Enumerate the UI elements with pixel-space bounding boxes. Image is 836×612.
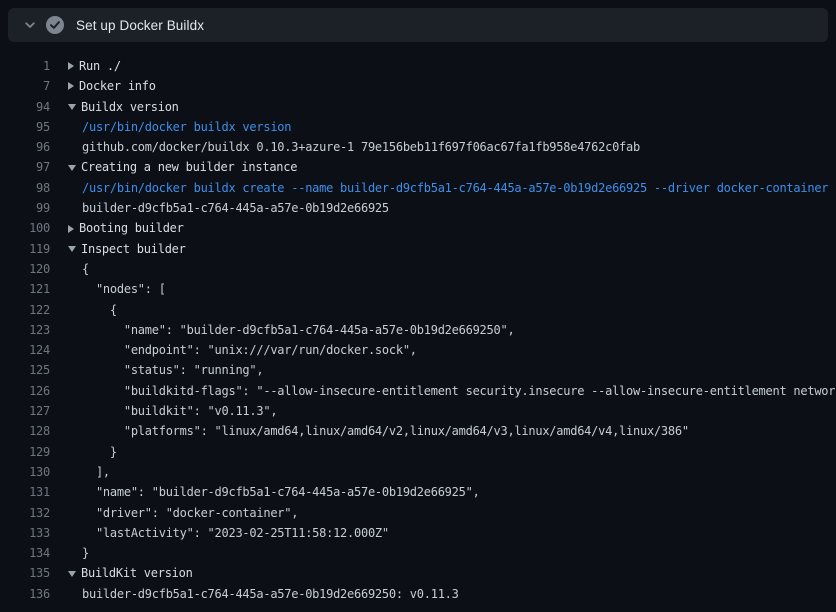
log-output-text: "lastActivity": "2023-02-25T11:58:12.000… (82, 523, 389, 543)
log-row: 122 { (0, 300, 836, 320)
line-number[interactable]: 129 (0, 442, 50, 462)
line-number[interactable]: 7 (0, 76, 50, 96)
log-row: 125 "status": "running", (0, 360, 836, 380)
log-row: 128 "platforms": "linux/amd64,linux/amd6… (0, 421, 836, 441)
log-output-text: "driver": "docker-container", (82, 503, 298, 523)
log-output-text: "name": "builder-d9cfb5a1-c764-445a-a57e… (82, 482, 480, 502)
log-output-text: builder-d9cfb5a1-c764-445a-a57e-0b19d2e6… (82, 198, 389, 218)
line-number[interactable]: 100 (0, 218, 50, 238)
log-row: 120 { (0, 259, 836, 279)
log-output-text: "platforms": "linux/amd64,linux/amd64/v2… (82, 421, 689, 441)
log-output-text: "endpoint": "unix:///var/run/docker.sock… (82, 340, 417, 360)
log-group-title: Booting builder (79, 218, 184, 238)
log-output-text: "nodes": [ (82, 279, 166, 299)
log-row: 130 ], (0, 462, 836, 482)
line-number[interactable]: 124 (0, 340, 50, 360)
log-output-text: { (82, 300, 117, 320)
log-group-row[interactable]: 94 Buildx version (0, 97, 836, 117)
line-number[interactable]: 134 (0, 543, 50, 563)
log-row: 95/usr/bin/docker buildx version (0, 117, 836, 137)
log-row: 132 "driver": "docker-container", (0, 503, 836, 523)
log-output-text: } (82, 442, 117, 462)
log-group-row[interactable]: 100 Booting builder (0, 218, 836, 238)
line-number[interactable]: 94 (0, 97, 50, 117)
log-row: 133 "lastActivity": "2023-02-25T11:58:12… (0, 523, 836, 543)
log-output-text: builder-d9cfb5a1-c764-445a-a57e-0b19d2e6… (82, 584, 459, 604)
log-output-text: github.com/docker/buildx 0.10.3+azure-1 … (82, 137, 640, 157)
line-number[interactable]: 98 (0, 178, 50, 198)
log-output-text: } (82, 543, 89, 563)
log-group-row[interactable]: 1 Run ./ (0, 56, 836, 76)
log-row: 121 "nodes": [ (0, 279, 836, 299)
line-number[interactable]: 126 (0, 381, 50, 401)
triangle-down-icon[interactable] (68, 571, 76, 577)
log-group-title: Buildx version (81, 97, 179, 117)
line-number[interactable]: 96 (0, 137, 50, 157)
log-row: 126 "buildkitd-flags": "--allow-insecure… (0, 381, 836, 401)
line-number[interactable]: 119 (0, 239, 50, 259)
line-number[interactable]: 133 (0, 523, 50, 543)
log-row: 124 "endpoint": "unix:///var/run/docker.… (0, 340, 836, 360)
log-group-title: Inspect builder (81, 239, 186, 259)
log-row: 99 builder-d9cfb5a1-c764-445a-a57e-0b19d2… (0, 198, 836, 218)
log-output-text: ], (82, 462, 110, 482)
step-header[interactable]: Set up Docker Buildx (8, 8, 828, 42)
line-number[interactable]: 121 (0, 279, 50, 299)
log-viewer: 1Run ./7Docker info94Buildx version95/us… (0, 56, 836, 604)
log-group-title: Creating a new builder instance (81, 157, 297, 177)
line-number[interactable]: 136 (0, 584, 50, 604)
line-number[interactable]: 123 (0, 320, 50, 340)
triangle-down-icon[interactable] (68, 104, 76, 110)
log-output-text: "status": "running", (82, 360, 263, 380)
log-group-title: Docker info (79, 76, 156, 96)
line-number[interactable]: 130 (0, 462, 50, 482)
log-group-row[interactable]: 7 Docker info (0, 76, 836, 96)
log-group-row[interactable]: 135 BuildKit version (0, 563, 836, 583)
log-group-title: BuildKit version (81, 563, 193, 583)
line-number[interactable]: 125 (0, 360, 50, 380)
triangle-down-icon[interactable] (68, 165, 76, 171)
log-output-text: "buildkitd-flags": "--allow-insecure-ent… (82, 381, 836, 401)
step-title: Set up Docker Buildx (76, 18, 204, 33)
line-number[interactable]: 99 (0, 198, 50, 218)
log-row: 96 github.com/docker/buildx 0.10.3+azure-… (0, 137, 836, 157)
log-row: 98/usr/bin/docker buildx create --name b… (0, 178, 836, 198)
line-number[interactable]: 120 (0, 259, 50, 279)
log-group-row[interactable]: 97 Creating a new builder instance (0, 157, 836, 177)
line-number[interactable]: 128 (0, 421, 50, 441)
line-number[interactable]: 132 (0, 503, 50, 523)
line-number[interactable]: 131 (0, 482, 50, 502)
check-circle-icon (46, 16, 64, 34)
log-group-row[interactable]: 119 Inspect builder (0, 239, 836, 259)
triangle-right-icon[interactable] (68, 225, 74, 233)
log-row: 123 "name": "builder-d9cfb5a1-c764-445a-… (0, 320, 836, 340)
line-number[interactable]: 1 (0, 56, 50, 76)
line-number[interactable]: 135 (0, 563, 50, 583)
log-output-text: { (82, 259, 89, 279)
log-command-text: /usr/bin/docker buildx create --name bui… (82, 178, 828, 198)
log-output-text: "buildkit": "v0.11.3", (82, 401, 277, 421)
line-number[interactable]: 122 (0, 300, 50, 320)
log-row: 129 } (0, 442, 836, 462)
log-group-title: Run ./ (79, 56, 121, 76)
log-row: 127 "buildkit": "v0.11.3", (0, 401, 836, 421)
log-row: 136 builder-d9cfb5a1-c764-445a-a57e-0b19d… (0, 584, 836, 604)
triangle-right-icon[interactable] (68, 62, 74, 70)
line-number[interactable]: 127 (0, 401, 50, 421)
log-command-text: /usr/bin/docker buildx version (82, 117, 291, 137)
line-number[interactable]: 97 (0, 157, 50, 177)
triangle-down-icon[interactable] (68, 246, 76, 252)
line-number[interactable]: 95 (0, 117, 50, 137)
triangle-right-icon[interactable] (68, 82, 74, 90)
log-row: 134} (0, 543, 836, 563)
log-output-text: "name": "builder-d9cfb5a1-c764-445a-a57e… (82, 320, 514, 340)
log-row: 131 "name": "builder-d9cfb5a1-c764-445a-… (0, 482, 836, 502)
chevron-down-icon[interactable] (24, 19, 36, 31)
